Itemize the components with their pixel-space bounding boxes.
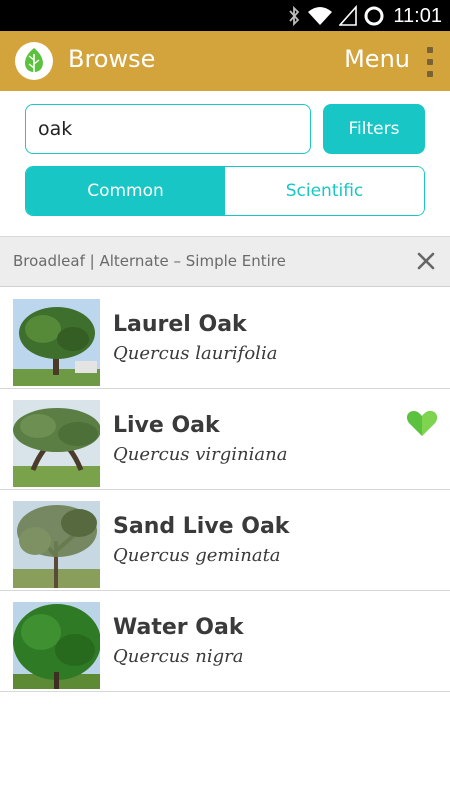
- scientific-name: Quercus laurifolia: [113, 343, 278, 364]
- status-bar: 11:01: [0, 0, 450, 31]
- scientific-names-tab[interactable]: Scientific: [225, 167, 424, 215]
- common-name: Sand Live Oak: [113, 514, 290, 539]
- menu-button[interactable]: Menu: [344, 45, 410, 73]
- common-name: Laurel Oak: [113, 312, 247, 337]
- close-icon[interactable]: [416, 251, 436, 271]
- list-item[interactable]: Water Oak Quercus nigra: [0, 591, 450, 692]
- scientific-name: Quercus virginiana: [113, 444, 288, 465]
- common-names-tab[interactable]: Common: [26, 167, 225, 215]
- active-filter-text: Broadleaf | Alternate – Simple Entire: [13, 252, 286, 270]
- common-name: Water Oak: [113, 615, 244, 640]
- favorite-heart-icon[interactable]: [406, 409, 438, 437]
- overflow-menu-icon[interactable]: [426, 47, 434, 77]
- scientific-name: Quercus geminata: [113, 545, 281, 566]
- scientific-name: Quercus nigra: [113, 646, 244, 667]
- list-item[interactable]: Live Oak Quercus virginiana: [0, 389, 450, 490]
- filters-button[interactable]: Filters: [323, 104, 425, 154]
- common-name: Live Oak: [113, 413, 220, 438]
- leaf-icon[interactable]: [15, 42, 53, 80]
- results-list: Laurel Oak Quercus laurifolia Live Oak Q…: [0, 288, 450, 692]
- tree-photo: [13, 501, 100, 588]
- active-filter-bar: Broadleaf | Alternate – Simple Entire: [0, 236, 450, 287]
- sync-icon: [363, 5, 385, 27]
- bluetooth-icon: [287, 5, 301, 27]
- app-bar: Browse Menu: [0, 31, 450, 91]
- page-title: Browse: [68, 45, 156, 73]
- status-clock: 11:01: [393, 4, 442, 27]
- tree-photo: [13, 602, 100, 689]
- tree-photo: [13, 400, 100, 487]
- signal-icon: [339, 5, 358, 27]
- search-input[interactable]: [25, 104, 311, 154]
- list-item[interactable]: Sand Live Oak Quercus geminata: [0, 490, 450, 591]
- name-type-toggle: Common Scientific: [25, 166, 425, 216]
- wifi-icon: [307, 5, 333, 27]
- status-icons: 11:01: [281, 4, 442, 28]
- tree-photo: [13, 299, 100, 386]
- list-item[interactable]: Laurel Oak Quercus laurifolia: [0, 288, 450, 389]
